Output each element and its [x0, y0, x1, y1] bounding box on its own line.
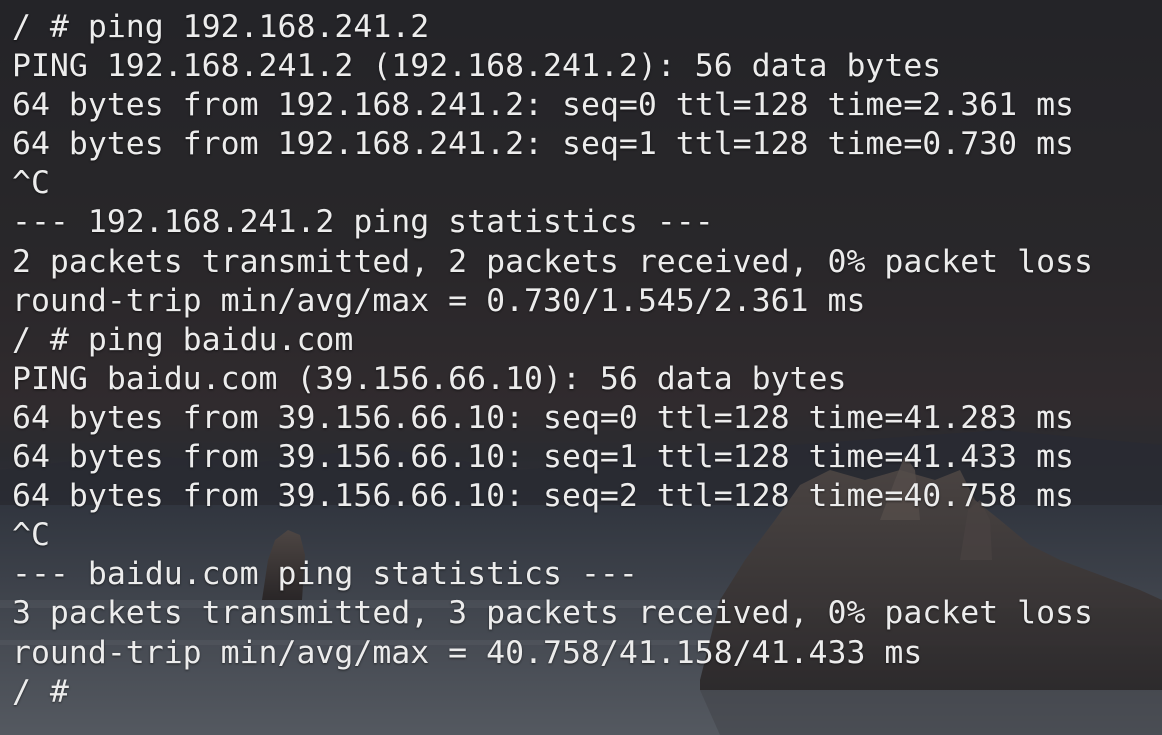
terminal-line: round-trip min/avg/max = 40.758/41.158/4…	[12, 634, 923, 671]
terminal-line: 64 bytes from 39.156.66.10: seq=1 ttl=12…	[12, 439, 1075, 476]
terminal-line: 64 bytes from 39.156.66.10: seq=2 ttl=12…	[12, 478, 1075, 515]
terminal-line: / # ping baidu.com	[12, 321, 354, 358]
terminal-line: 64 bytes from 192.168.241.2: seq=0 ttl=1…	[12, 87, 1075, 124]
terminal-line: / # ping 192.168.241.2	[12, 9, 430, 45]
terminal-line: 2 packets transmitted, 2 packets receive…	[12, 243, 1093, 280]
terminal-line: PING 192.168.241.2 (192.168.241.2): 56 d…	[12, 48, 942, 85]
terminal-line: ^C	[12, 165, 50, 202]
terminal-line: ^C	[12, 517, 50, 554]
terminal-line: PING baidu.com (39.156.66.10): 56 data b…	[12, 360, 847, 397]
terminal-line: --- 192.168.241.2 ping statistics ---	[12, 204, 714, 241]
terminal-line: 64 bytes from 192.168.241.2: seq=1 ttl=1…	[12, 126, 1075, 163]
terminal-line: 3 packets transmitted, 3 packets receive…	[12, 595, 1093, 632]
terminal-line: --- baidu.com ping statistics ---	[12, 556, 638, 593]
terminal-output[interactable]: / # ping 192.168.241.2 PING 192.168.241.…	[0, 0, 1162, 735]
terminal-line: 64 bytes from 39.156.66.10: seq=0 ttl=12…	[12, 399, 1075, 436]
terminal-line: round-trip min/avg/max = 0.730/1.545/2.3…	[12, 282, 866, 319]
terminal-prompt-line[interactable]: / #	[12, 673, 1162, 712]
